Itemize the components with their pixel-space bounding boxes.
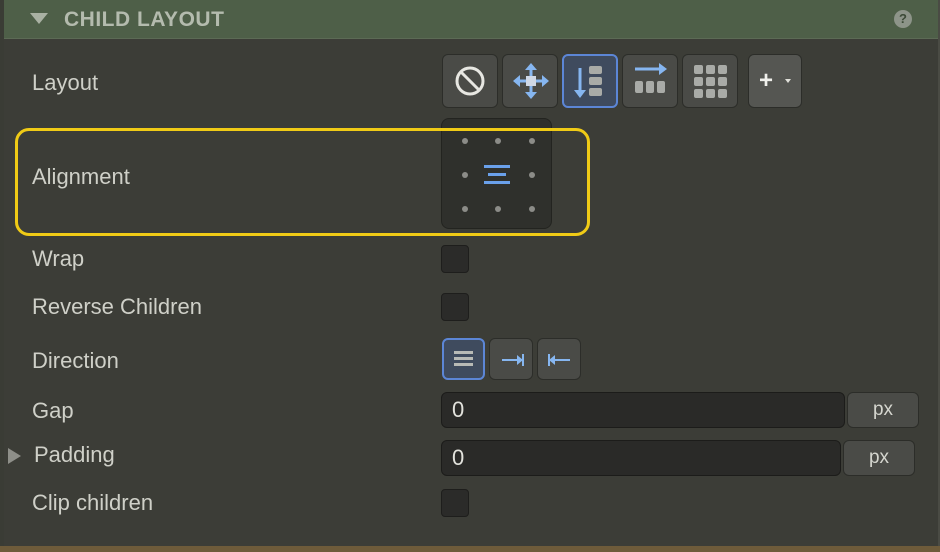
stack-icon [574, 66, 602, 98]
free-move-icon [513, 63, 549, 99]
flex-row-icon [635, 63, 667, 93]
help-icon[interactable]: ? [894, 10, 912, 28]
layout-none-button[interactable] [442, 54, 498, 108]
layout-free-button[interactable] [502, 54, 558, 108]
layout-label: Layout [32, 70, 99, 95]
bottom-divider [0, 546, 940, 552]
reverse-children-label: Reverse Children [32, 294, 202, 319]
wrap-label: Wrap [32, 246, 85, 271]
collapse-arrow-icon[interactable] [30, 13, 48, 24]
grid-icon [694, 65, 727, 98]
direction-label: Direction [32, 348, 119, 373]
section-header[interactable]: CHILD LAYOUT ? [4, 0, 938, 39]
direction-right-button[interactable] [489, 338, 533, 380]
layout-grid-button[interactable] [682, 54, 738, 108]
direction-rows-button[interactable] [442, 338, 485, 380]
arrow-right-icon [502, 354, 524, 366]
gap-label: Gap [32, 398, 74, 423]
layout-stack-button[interactable] [562, 54, 618, 108]
layout-flex-button[interactable] [622, 54, 678, 108]
dropdown-caret-icon [785, 79, 791, 83]
padding-expand-icon[interactable] [8, 448, 21, 464]
clip-children-label: Clip children [32, 490, 154, 515]
add-layout-button[interactable]: + [748, 54, 802, 108]
reverse-children-checkbox[interactable] [441, 293, 469, 321]
padding-unit-button[interactable]: px [843, 440, 915, 476]
alignment-highlight [15, 128, 590, 236]
direction-left-button[interactable] [537, 338, 581, 380]
arrow-left-icon [548, 354, 570, 366]
rows-icon [454, 351, 473, 366]
gap-input[interactable]: 0 [441, 392, 845, 428]
gap-unit-button[interactable]: px [847, 392, 919, 428]
padding-input[interactable]: 0 [441, 440, 841, 476]
clip-children-checkbox[interactable] [441, 489, 469, 517]
padding-label: Padding [34, 442, 115, 467]
section-title: CHILD LAYOUT [64, 8, 225, 31]
wrap-checkbox[interactable] [441, 245, 469, 273]
plus-icon: + [759, 67, 774, 94]
none-icon [455, 66, 485, 96]
